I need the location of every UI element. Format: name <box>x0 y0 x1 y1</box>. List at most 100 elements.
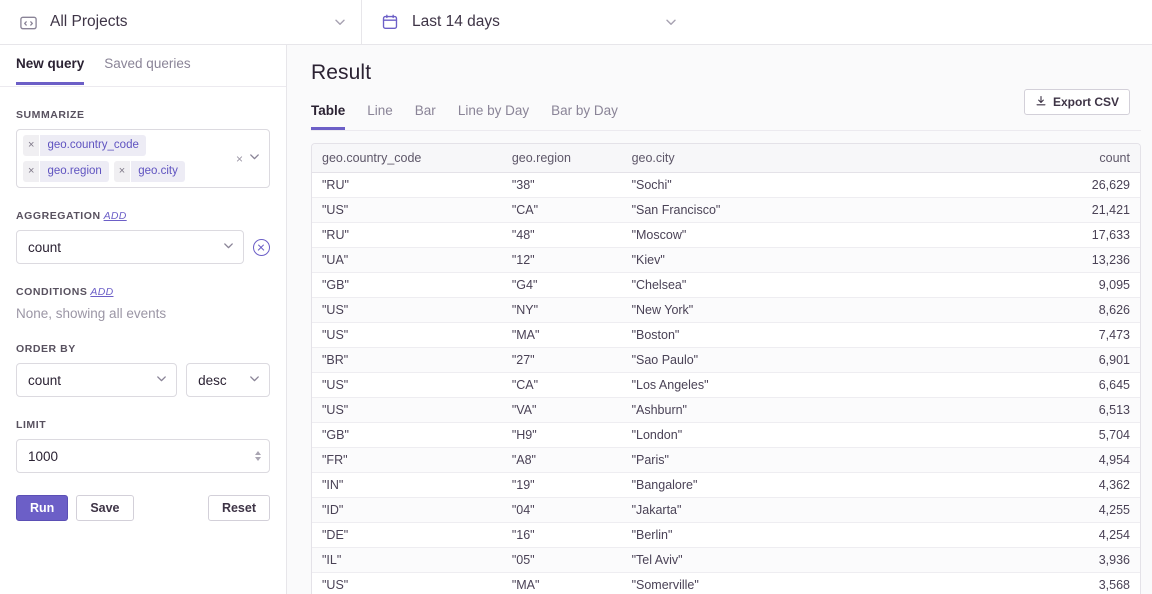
cell-region: "04" <box>511 502 535 517</box>
export-csv-button[interactable]: Export CSV <box>1023 89 1130 115</box>
aggregation-value: count <box>28 239 62 255</box>
reset-button[interactable]: Reset <box>207 495 270 521</box>
table-row[interactable]: "FR" "A8" "Paris" 4,954 <box>312 447 1140 472</box>
order-by-label: ORDER BY <box>16 343 76 355</box>
cell-count: 9,095 <box>1098 277 1130 292</box>
cell-region: "NY" <box>511 302 539 317</box>
cell-count: 26,629 <box>1091 177 1130 192</box>
chip-remove-icon[interactable]: × <box>23 161 41 182</box>
table-row[interactable]: "UA" "12" "Kiev" 13,236 <box>312 247 1140 272</box>
table-row[interactable]: "US" "MA" "Boston" 7,473 <box>312 322 1140 347</box>
table-row[interactable]: "US" "MA" "Somerville" 3,568 <box>312 572 1140 594</box>
result-table-wrapper: geo.country_code geo.region geo.city cou… <box>311 143 1141 594</box>
table-row[interactable]: "ID" "04" "Jakarta" 4,255 <box>312 497 1140 522</box>
table-row[interactable]: "US" "NY" "New York" 8,626 <box>312 297 1140 322</box>
clear-all-icon[interactable]: × <box>236 152 243 166</box>
chevron-down-icon[interactable] <box>248 150 261 168</box>
column-header-city[interactable]: geo.city <box>621 144 929 173</box>
limit-stepper[interactable] <box>255 451 261 461</box>
column-header-count[interactable]: count <box>928 144 1140 173</box>
calendar-icon <box>380 12 400 32</box>
cell-country-code: "IN" <box>322 477 344 492</box>
save-button[interactable]: Save <box>76 495 134 521</box>
cell-region: "G4" <box>511 277 538 292</box>
aggregation-label: AGGREGATION Add <box>16 210 270 222</box>
order-by-direction-select[interactable]: desc <box>186 363 270 397</box>
tab-bar-by-day[interactable]: Bar by Day <box>551 98 618 130</box>
cell-region: "38" <box>511 177 535 192</box>
date-range-selector[interactable]: Last 14 days <box>362 0 692 44</box>
tab-line[interactable]: Line <box>367 98 393 130</box>
cell-city: "Moscow" <box>631 227 687 242</box>
cell-region: "27" <box>511 352 535 367</box>
table-row[interactable]: "GB" "H9" "London" 5,704 <box>312 422 1140 447</box>
code-folder-icon <box>18 12 38 32</box>
cell-region: "CA" <box>511 202 539 217</box>
cell-country-code: "US" <box>322 202 349 217</box>
table-row[interactable]: "RU" "48" "Moscow" 17,633 <box>312 222 1140 247</box>
table-row[interactable]: "IN" "19" "Bangalore" 4,362 <box>312 472 1140 497</box>
cell-city: "New York" <box>631 302 694 317</box>
column-header-country-code[interactable]: geo.country_code <box>312 144 502 173</box>
cell-count: 4,362 <box>1098 477 1130 492</box>
stepper-up-icon[interactable] <box>255 451 261 455</box>
table-body: "RU" "38" "Sochi" 26,629 "US" "CA" "San Franci… <box>312 172 1140 594</box>
aggregation-remove-icon[interactable] <box>253 238 270 256</box>
summarize-token-input[interactable]: × geo.country_code × geo.region × geo.ci… <box>16 129 270 188</box>
cell-region: "19" <box>511 477 535 492</box>
project-selector[interactable]: All Projects <box>0 0 362 44</box>
aggregation-section: AGGREGATION Add count <box>16 210 270 264</box>
tab-bar[interactable]: Bar <box>415 98 436 130</box>
table-row[interactable]: "RU" "38" "Sochi" 26,629 <box>312 172 1140 197</box>
cell-region: "MA" <box>511 327 540 342</box>
cell-city: "Los Angeles" <box>631 377 709 392</box>
date-range-label: Last 14 days <box>412 13 500 30</box>
chevron-down-icon <box>222 239 235 255</box>
tab-table[interactable]: Table <box>311 98 346 130</box>
cell-country-code: "DE" <box>322 527 349 542</box>
table-row[interactable]: "US" "CA" "San Francisco" 21,421 <box>312 197 1140 222</box>
summarize-section: SUMMARIZE × geo.country_code × geo.regio… <box>16 109 270 188</box>
summarize-label: SUMMARIZE <box>16 109 85 121</box>
cell-region: "16" <box>511 527 535 542</box>
table-row[interactable]: "DE" "16" "Berlin" 4,254 <box>312 522 1140 547</box>
cell-city: "San Francisco" <box>631 202 721 217</box>
table-row[interactable]: "US" "VA" "Ashburn" 6,513 <box>312 397 1140 422</box>
chip-label: geo.country_code <box>40 135 146 156</box>
limit-section: LIMIT 1000 <box>16 419 270 473</box>
tab-new-query[interactable]: New query <box>16 45 85 85</box>
limit-input[interactable]: 1000 <box>16 439 270 473</box>
cell-country-code: "UA" <box>322 252 349 267</box>
conditions-add-link[interactable]: Add <box>90 286 113 298</box>
cell-city: "Kiev" <box>631 252 665 267</box>
result-panel: Result Table Line Bar Line by Day Bar by… <box>287 45 1152 594</box>
cell-region: "H9" <box>511 427 537 442</box>
summarize-chip[interactable]: × geo.city <box>113 161 185 182</box>
stepper-down-icon[interactable] <box>255 457 261 461</box>
cell-country-code: "US" <box>322 577 349 592</box>
limit-value: 1000 <box>28 448 59 464</box>
table-row[interactable]: "GB" "G4" "Chelsea" 9,095 <box>312 272 1140 297</box>
chip-remove-icon[interactable]: × <box>23 135 41 156</box>
cell-city: "Chelsea" <box>631 277 687 292</box>
cell-count: 5,704 <box>1098 427 1130 442</box>
tab-line-by-day[interactable]: Line by Day <box>458 98 529 130</box>
summarize-chip[interactable]: × geo.country_code <box>23 135 146 156</box>
cell-country-code: "US" <box>322 327 349 342</box>
aggregation-select[interactable]: count <box>16 230 244 264</box>
cell-country-code: "BR" <box>322 352 349 367</box>
download-icon <box>1035 95 1047 110</box>
tab-saved-queries[interactable]: Saved queries <box>104 45 190 85</box>
cell-country-code: "US" <box>322 302 349 317</box>
table-head: geo.country_code geo.region geo.city cou… <box>312 144 1140 173</box>
table-row[interactable]: "IL" "05" "Tel Aviv" 3,936 <box>312 547 1140 572</box>
cell-city: "London" <box>631 427 683 442</box>
chip-remove-icon[interactable]: × <box>113 161 132 182</box>
order-by-field-select[interactable]: count <box>16 363 178 397</box>
column-header-region[interactable]: geo.region <box>501 144 622 173</box>
table-row[interactable]: "BR" "27" "Sao Paulo" 6,901 <box>312 347 1140 372</box>
summarize-chip[interactable]: × geo.region <box>23 161 109 182</box>
run-button[interactable]: Run <box>16 495 69 521</box>
aggregation-add-link[interactable]: Add <box>104 210 127 222</box>
table-row[interactable]: "US" "CA" "Los Angeles" 6,645 <box>312 372 1140 397</box>
